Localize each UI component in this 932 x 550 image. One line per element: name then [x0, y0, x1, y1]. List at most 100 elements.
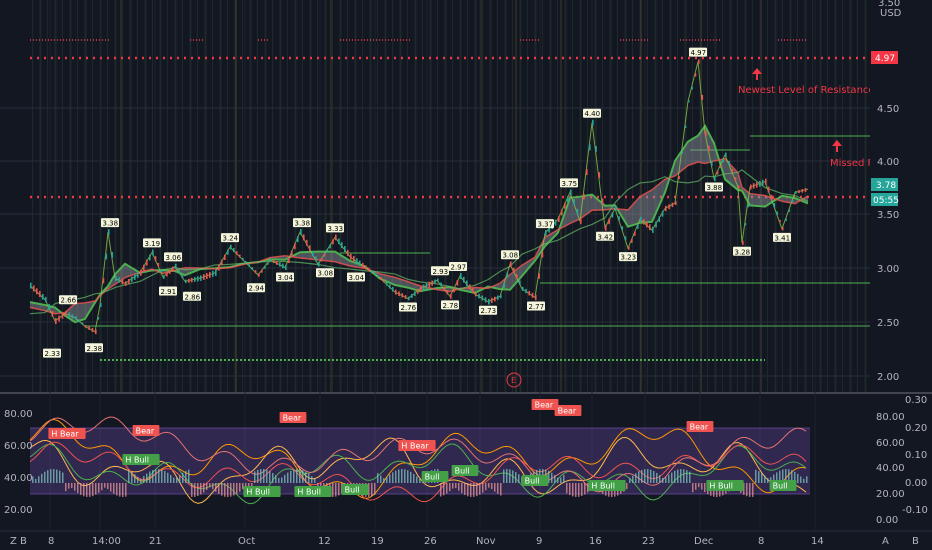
histogram-bar [671, 472, 673, 483]
candle [506, 272, 509, 278]
histogram-bar [764, 475, 766, 483]
candle [684, 125, 687, 128]
histogram-bar [338, 483, 340, 496]
session-stripe [722, 0, 723, 392]
histogram-bar [230, 483, 232, 497]
candle [51, 310, 54, 317]
histogram-bar [494, 483, 496, 492]
session-stripe [512, 0, 513, 392]
candle [197, 276, 199, 282]
candle [643, 219, 645, 225]
candle [279, 262, 281, 267]
footer-b-button[interactable]: B [20, 536, 27, 547]
candle [353, 256, 355, 262]
histogram-bar [227, 483, 229, 497]
histogram-bar [470, 483, 472, 497]
pivot-label: 3.41 [773, 232, 791, 242]
candle [377, 274, 379, 278]
candle [646, 221, 648, 228]
session-stripe [92, 0, 93, 392]
candle [248, 264, 250, 267]
pivot-label-text: 3.19 [145, 240, 161, 248]
candle [494, 296, 496, 302]
session-stripe [152, 0, 153, 392]
histogram-bar [143, 476, 145, 483]
osc-right-b-000: 0.00 [905, 478, 927, 489]
badge-text: Bull [345, 486, 360, 495]
time-label: 23 [642, 536, 655, 547]
footer-b2-button[interactable]: B [912, 536, 919, 547]
footer-z-button[interactable]: Z [10, 536, 17, 547]
candle [33, 285, 35, 292]
candle [573, 199, 575, 206]
histogram-bar [86, 483, 88, 497]
candle [350, 253, 352, 260]
session-stripe [249, 0, 252, 392]
session-stripe [257, 0, 258, 392]
pivot-label: 3.06 [164, 252, 182, 262]
histogram-bar [560, 477, 562, 483]
candle [738, 185, 740, 189]
candle [801, 189, 804, 193]
pivot-label: 3.04 [276, 272, 294, 282]
candle [431, 280, 433, 286]
histogram-bar [119, 483, 121, 497]
pivot-label: 3.08 [501, 250, 519, 260]
histogram-bar [95, 483, 97, 495]
footer-auto-button[interactable]: A [882, 536, 889, 547]
candle [401, 293, 404, 298]
candle [264, 266, 266, 269]
histogram-bar [176, 477, 178, 483]
candle [678, 176, 680, 180]
candle [615, 206, 617, 211]
session-stripe [827, 0, 828, 392]
histogram-bar [563, 475, 565, 483]
pivot-label-text: 2.66 [61, 297, 77, 305]
session-stripe [54, 0, 57, 392]
candle [621, 226, 624, 231]
pivot-label: 2.94 [247, 283, 265, 293]
candle [598, 172, 601, 179]
price-axis[interactable]: 3.50 USD 4.50 4.00 3.50 3.00 2.50 2.00 4… [870, 0, 932, 392]
candle [762, 179, 764, 186]
session-stripe [617, 0, 618, 392]
osc-right-axis-b: 0.30 0.20 0.10 0.00 -0.10 [902, 395, 928, 516]
stock-chart[interactable]: 2.33 2.66 2.38 3.38 3.19 3.06 2.91 2.86 3.24 2.94… [0, 0, 932, 550]
candle [194, 277, 196, 282]
price-tick-400: 4.00 [877, 157, 899, 168]
bear-divergence-badge: H Bear [398, 440, 436, 451]
candle [422, 284, 425, 291]
candle [239, 254, 241, 258]
pivot-label: 2.38 [85, 343, 103, 353]
pivot-label: 3.42 [596, 231, 614, 241]
histogram-bar [173, 477, 175, 483]
pivot-label: 3.88 [705, 182, 723, 192]
candle [233, 248, 235, 253]
pivot-label-text: 3.24 [223, 235, 239, 243]
candle [227, 249, 229, 255]
candle [160, 269, 162, 272]
candle [545, 230, 547, 237]
pivot-label-text: 3.23 [621, 254, 637, 262]
histogram-bar [224, 483, 226, 497]
candle [466, 280, 468, 287]
pivot-label-text: 4.97 [691, 49, 707, 57]
pivot-label-text: 3.04 [278, 274, 294, 282]
candle [105, 253, 107, 260]
candle [315, 256, 317, 262]
time-axis[interactable]: 8 14:00 21 Oct 12 19 26 Nov 9 16 23 Dec … [0, 530, 932, 547]
badge-text: Bull [425, 473, 440, 482]
histogram-bar [218, 483, 220, 494]
histogram-bar [266, 469, 268, 483]
candle [85, 325, 87, 328]
price-tick-350: 3.50 [877, 210, 899, 221]
histogram-bar [149, 471, 151, 483]
candle [631, 239, 633, 243]
session-stripe [287, 0, 288, 392]
session-stripe [369, 0, 372, 392]
candle [188, 278, 190, 283]
histogram-bar [686, 470, 688, 483]
candle [688, 100, 690, 103]
candle [245, 260, 247, 264]
candle [75, 316, 77, 320]
